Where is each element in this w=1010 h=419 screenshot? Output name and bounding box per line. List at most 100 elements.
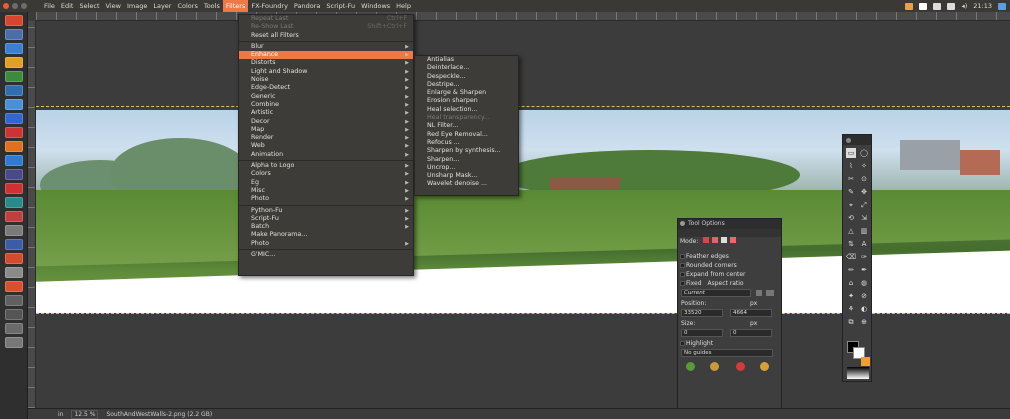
checkbox[interactable]: [680, 254, 685, 259]
tool-icon[interactable]: ⌫: [846, 252, 856, 262]
mode-add-icon[interactable]: [712, 237, 719, 243]
tool-icon[interactable]: ⤢: [859, 200, 869, 210]
size-w-field[interactable]: 0: [681, 329, 723, 337]
menu-item-light-and-shadow[interactable]: Light and Shadow ▶: [239, 68, 413, 76]
tool-icon[interactable]: ⌖: [846, 200, 856, 210]
menu-item-batch[interactable]: Batch ▶: [239, 223, 413, 231]
menu-windows[interactable]: Windows: [358, 0, 393, 12]
fixed-row[interactable]: Fixed Aspect ratio: [678, 279, 781, 288]
launcher-app-icon[interactable]: [4, 239, 23, 250]
tool-icon[interactable]: A: [859, 239, 869, 249]
close-toolbox-icon[interactable]: [846, 138, 851, 143]
menu-item-destripe[interactable]: Destripe...: [415, 81, 518, 89]
landscape-icon[interactable]: [766, 290, 774, 296]
launcher-app-icon[interactable]: [4, 323, 23, 334]
toolbox-titlebar[interactable]: [843, 135, 871, 145]
menu-item-render[interactable]: Render ▶: [239, 134, 413, 142]
menu-script-fu[interactable]: Script-Fu: [323, 0, 358, 12]
rounded-corners-row[interactable]: Rounded corners: [678, 261, 781, 270]
gradient-swatch[interactable]: [847, 367, 869, 379]
mode-intersect-icon[interactable]: [730, 237, 737, 243]
tool-icon[interactable]: ⇅: [846, 239, 856, 249]
menu-filters[interactable]: Filters: [222, 0, 249, 12]
volume-icon[interactable]: ◂): [961, 2, 967, 10]
tool-icon[interactable]: ◍: [859, 278, 869, 288]
launcher-app-icon[interactable]: [4, 253, 23, 264]
menu-layer[interactable]: Layer: [150, 0, 174, 12]
menu-item-map[interactable]: Map ▶: [239, 126, 413, 134]
menu-view[interactable]: View: [103, 0, 124, 12]
tool-icon[interactable]: ✧: [859, 161, 869, 171]
launcher-app-icon[interactable]: [4, 155, 23, 166]
menu-select[interactable]: Select: [76, 0, 102, 12]
launcher-app-icon[interactable]: [4, 113, 23, 124]
vertical-ruler[interactable]: [28, 21, 36, 408]
menu-item-unsharp-mask[interactable]: Unsharp Mask...: [415, 172, 518, 180]
menu-item-antialias[interactable]: Antialias: [415, 56, 518, 64]
menu-item-photo[interactable]: Photo ▶: [239, 195, 413, 203]
menu-image[interactable]: Image: [124, 0, 150, 12]
minimize-window-icon[interactable]: [12, 3, 18, 9]
tool-icon[interactable]: ✎: [846, 187, 856, 197]
restore-options-icon[interactable]: [710, 362, 719, 371]
menu-fx-foundry[interactable]: FX-Foundry: [248, 0, 291, 12]
expand-center-row[interactable]: Expand from center: [678, 270, 781, 279]
tool-icon[interactable]: ✥: [859, 187, 869, 197]
menu-item-enhance[interactable]: Enhance ▶: [239, 51, 413, 60]
session-icon[interactable]: [998, 2, 1006, 10]
launcher-app-icon[interactable]: [4, 267, 23, 278]
launcher-app-icon[interactable]: [4, 225, 23, 236]
fixed-select[interactable]: Aspect ratio: [707, 280, 743, 287]
launcher-app-icon[interactable]: [4, 71, 23, 82]
checkbox[interactable]: [680, 263, 685, 268]
horizontal-ruler[interactable]: [36, 12, 1010, 21]
active-brush-swatch[interactable]: [861, 357, 870, 366]
menu-item-edge-detect[interactable]: Edge-Detect ▶: [239, 84, 413, 92]
menu-item-decor[interactable]: Decor ▶: [239, 118, 413, 126]
menu-colors[interactable]: Colors: [174, 0, 200, 12]
checkbox[interactable]: [680, 272, 685, 277]
menu-item-re-show-last[interactable]: Re-Show Last Shift+Ctrl+F: [239, 23, 413, 31]
menu-item-sharpen[interactable]: Sharpen...: [415, 156, 518, 164]
tool-icon[interactable]: ✦: [846, 291, 856, 301]
launcher-app-icon[interactable]: [4, 295, 23, 306]
menu-tools[interactable]: Tools: [201, 0, 223, 12]
portrait-icon[interactable]: [756, 290, 762, 296]
keyboard-icon[interactable]: [919, 2, 928, 10]
launcher-app-icon[interactable]: [4, 141, 23, 152]
menu-item-make-panorama[interactable]: Make Panorama...: [239, 231, 413, 239]
menu-pandora[interactable]: Pandora: [291, 0, 324, 12]
tool-icon[interactable]: ◯: [859, 148, 869, 158]
position-unit[interactable]: px: [750, 299, 757, 308]
menu-item-artistic[interactable]: Artistic ▶: [239, 109, 413, 117]
menu-item-uncrop[interactable]: Uncrop...: [415, 164, 518, 172]
mode-subtract-icon[interactable]: [721, 237, 728, 243]
launcher-app-icon[interactable]: [4, 99, 23, 110]
tool-icon[interactable]: △: [846, 226, 856, 236]
tool-icon[interactable]: ▭: [846, 148, 856, 158]
menu-item-python-fu[interactable]: Python-Fu ▶: [239, 207, 413, 215]
menu-item-web[interactable]: Web ▶: [239, 142, 413, 150]
tool-icon[interactable]: ⇲: [859, 213, 869, 223]
tool-icon[interactable]: ▥: [859, 226, 869, 236]
launcher-app-icon[interactable]: [4, 29, 23, 40]
launcher-app-icon[interactable]: [4, 43, 23, 54]
tool-icon[interactable]: ✒: [859, 265, 869, 275]
maximize-window-icon[interactable]: [21, 3, 27, 9]
checkbox[interactable]: [680, 281, 685, 286]
menu-help[interactable]: Help: [393, 0, 414, 12]
position-x-field[interactable]: 33520: [681, 309, 723, 317]
tool-icon[interactable]: ✂: [846, 174, 856, 184]
menu-item-refocus[interactable]: Refocus ...: [415, 139, 518, 147]
zoom-select[interactable]: 12.5 %: [71, 409, 99, 419]
launcher-app-icon[interactable]: [4, 337, 23, 348]
close-window-icon[interactable]: [3, 3, 9, 9]
menu-item-alpha-to-logo[interactable]: Alpha to Logo ▶: [239, 162, 413, 170]
size-unit[interactable]: px: [750, 319, 757, 328]
tool-icon[interactable]: ⚘: [846, 304, 856, 314]
delete-options-icon[interactable]: [736, 362, 745, 371]
tool-icon[interactable]: ⌇: [846, 161, 856, 171]
tool-icon[interactable]: ⟲: [846, 213, 856, 223]
menu-item-nl-filter[interactable]: NL Filter...: [415, 122, 518, 130]
launcher-app-icon[interactable]: [4, 183, 23, 194]
